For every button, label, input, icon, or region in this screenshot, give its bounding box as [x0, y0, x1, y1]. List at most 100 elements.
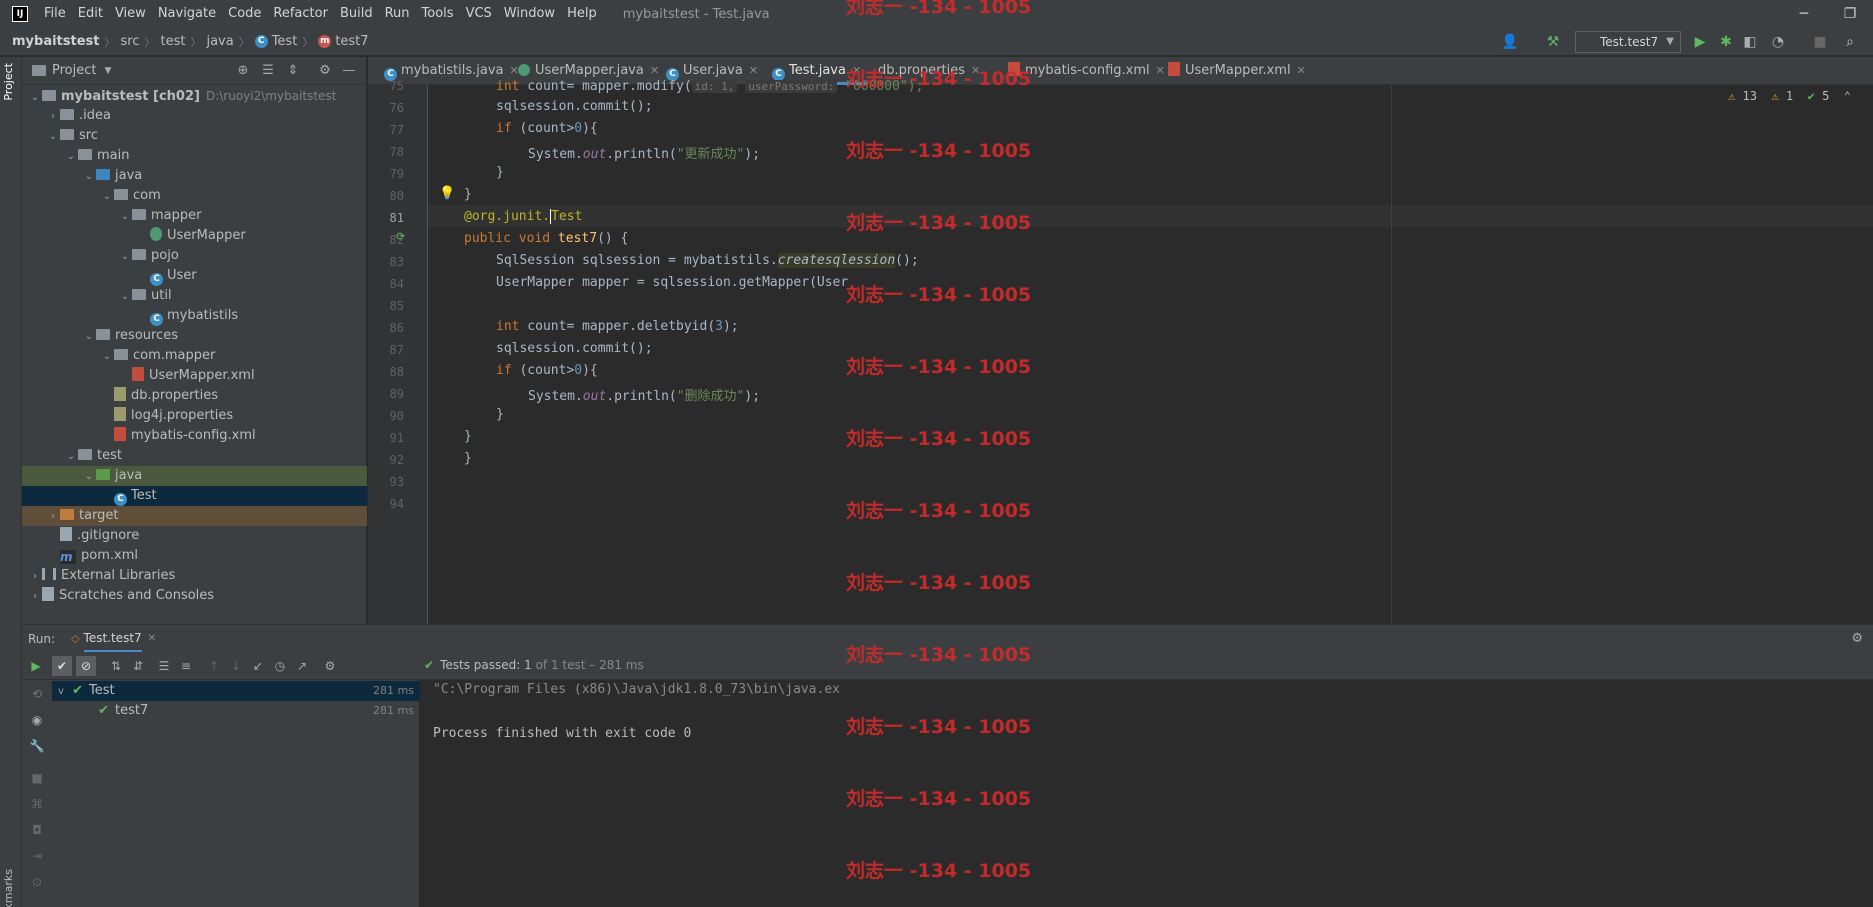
tree-item[interactable]: ⌄ java: [22, 166, 367, 186]
stop-icon[interactable]: ■: [1810, 32, 1830, 52]
tree-item[interactable]: .gitignore: [22, 526, 367, 546]
lightbulb-icon[interactable]: 💡: [439, 186, 455, 201]
menu-refactor[interactable]: Refactor: [267, 0, 334, 28]
breadcrumb-src[interactable]: src: [121, 34, 140, 49]
sort-duration-icon[interactable]: ⇵: [128, 656, 148, 676]
rerun-icon[interactable]: ▶: [26, 656, 46, 676]
chevron-down-icon[interactable]: ▼: [104, 66, 111, 76]
menu-view[interactable]: View: [109, 0, 152, 28]
settings-icon[interactable]: ⚙: [320, 656, 340, 676]
breadcrumb-method[interactable]: test7: [335, 34, 368, 49]
toggle-auto-test-icon[interactable]: ◉: [27, 710, 47, 730]
expand-all-icon[interactable]: ☰: [259, 62, 277, 80]
profile-icon[interactable]: ◔: [1768, 32, 1788, 52]
chevron-right-icon[interactable]: ›: [28, 567, 42, 587]
stop-icon[interactable]: ■: [27, 768, 47, 788]
wrench-icon[interactable]: 🔧: [27, 736, 47, 756]
tree-item[interactable]: db.properties: [22, 386, 367, 406]
tree-item[interactable]: ⌄ pojo: [22, 246, 367, 266]
tree-item[interactable]: mybatis-config.xml: [22, 426, 367, 446]
tree-item[interactable]: C Test: [22, 486, 367, 506]
collapse-all-icon[interactable]: ≡: [176, 656, 196, 676]
tree-item[interactable]: m pom.xml: [22, 546, 367, 566]
breadcrumb-class[interactable]: Test: [272, 34, 298, 49]
show-passed-icon[interactable]: ✔: [52, 656, 72, 676]
chevron-down-icon[interactable]: ⌄: [82, 327, 96, 347]
chevron-down-icon[interactable]: ⌄: [82, 167, 96, 187]
menu-file[interactable]: File: [38, 0, 72, 28]
tree-item[interactable]: ⌄ src: [22, 126, 367, 146]
menu-tools[interactable]: Tools: [416, 0, 460, 28]
chevron-down-icon[interactable]: v: [54, 682, 68, 702]
chevron-down-icon[interactable]: ⌄: [100, 187, 114, 207]
breadcrumb-java[interactable]: java: [206, 34, 233, 49]
tree-item[interactable]: UserMapper.xml: [22, 366, 367, 386]
project-panel-title[interactable]: Project: [52, 63, 96, 78]
sort-alpha-icon[interactable]: ⇅: [106, 656, 126, 676]
tree-item[interactable]: UserMapper: [22, 226, 367, 246]
run-icon[interactable]: ▶: [1690, 32, 1710, 52]
gear-icon[interactable]: ⚙: [316, 62, 334, 80]
tree-item[interactable]: ⌄ resources: [22, 326, 367, 346]
menu-run[interactable]: Run: [379, 0, 416, 28]
console-output[interactable]: "C:\Program Files (x86)\Java\jdk1.8.0_73…: [421, 680, 1873, 907]
breadcrumb-project[interactable]: mybaitstest: [12, 34, 100, 49]
side-tab-bookmarks[interactable]: Bookmarks: [2, 869, 15, 907]
dump-threads-icon[interactable]: ⌘: [27, 794, 47, 814]
tree-item[interactable]: ⌄ java: [22, 466, 367, 486]
hide-panel-icon[interactable]: —: [340, 62, 358, 80]
chevron-down-icon[interactable]: ⌄: [64, 447, 78, 467]
chevron-right-icon[interactable]: ›: [46, 507, 60, 527]
coverage-icon[interactable]: ◧: [1740, 32, 1760, 52]
chevron-down-icon[interactable]: ⌄: [118, 287, 132, 307]
tree-item[interactable]: ⌄ com: [22, 186, 367, 206]
tree-item[interactable]: ⌄ main: [22, 146, 367, 166]
inspection-widget[interactable]: ⚠ 13 ⚠ 1 ✔ 5 ⌃: [1728, 89, 1851, 103]
breadcrumb-test[interactable]: test: [160, 34, 185, 49]
tree-item[interactable]: C User: [22, 266, 367, 286]
tree-item[interactable]: › External Libraries: [22, 566, 367, 586]
close-icon[interactable]: ✕: [1297, 64, 1306, 77]
menu-edit[interactable]: Edit: [72, 0, 109, 28]
run-test-gutter-icon[interactable]: ⟳: [396, 230, 405, 243]
tree-item[interactable]: Cmybatistils: [22, 306, 367, 326]
show-ignored-icon[interactable]: ⊘: [76, 656, 96, 676]
tree-item[interactable]: ⌄ test: [22, 446, 367, 466]
close-icon[interactable]: ✕: [749, 64, 758, 77]
search-icon[interactable]: ⌕: [1840, 32, 1860, 52]
side-tab-project[interactable]: Project: [2, 63, 15, 101]
login-icon[interactable]: ⇥: [27, 846, 47, 866]
chevron-down-icon[interactable]: ⌄: [118, 207, 132, 227]
run-tab-test7[interactable]: Test.test7: [83, 626, 142, 652]
run-configuration-selector[interactable]: Test.test7 ▼: [1575, 31, 1681, 53]
pin-icon[interactable]: ⊙: [27, 872, 47, 892]
menu-help[interactable]: Help: [561, 0, 603, 28]
restore-button[interactable]: ❐: [1827, 0, 1873, 28]
tree-item[interactable]: › .idea: [22, 106, 367, 126]
locate-file-icon[interactable]: ⊕: [234, 62, 252, 80]
arrow-up-icon[interactable]: ↑: [204, 656, 224, 676]
user-icon[interactable]: 👤: [1500, 32, 1520, 52]
menu-code[interactable]: Code: [222, 0, 267, 28]
chevron-down-icon[interactable]: ⌄: [64, 147, 78, 167]
camera-icon[interactable]: ◘: [27, 820, 47, 840]
export-icon[interactable]: ↗: [292, 656, 312, 676]
arrow-down-icon[interactable]: ↓: [226, 656, 246, 676]
collapse-all-icon[interactable]: ⇕: [284, 62, 302, 80]
tree-item[interactable]: ⌄ com.mapper: [22, 346, 367, 366]
build-hammer-icon[interactable]: ⚒: [1543, 32, 1563, 52]
minimize-button[interactable]: ─: [1781, 0, 1827, 28]
chevron-down-icon[interactable]: ⌄: [118, 247, 132, 267]
import-tests-icon[interactable]: ↙: [248, 656, 268, 676]
menu-window[interactable]: Window: [498, 0, 561, 28]
close-icon[interactable]: ✕: [148, 633, 156, 644]
tree-item[interactable]: › Scratches and Consoles: [22, 586, 367, 606]
code-editor[interactable]: 75 76 77 78 79 80 81 82 83 84 85 86 87 88 89 90 91 92 93 94…: [368, 79, 1873, 624]
menu-vcs[interactable]: VCS: [460, 0, 498, 28]
menu-build[interactable]: Build: [334, 0, 379, 28]
history-icon[interactable]: ◷: [270, 656, 290, 676]
debug-icon[interactable]: ✱: [1716, 32, 1736, 52]
test-row-class[interactable]: v ✔ Test 281 ms: [52, 681, 420, 701]
chevron-down-icon[interactable]: ⌄: [28, 88, 42, 108]
tree-item[interactable]: log4j.properties: [22, 406, 367, 426]
